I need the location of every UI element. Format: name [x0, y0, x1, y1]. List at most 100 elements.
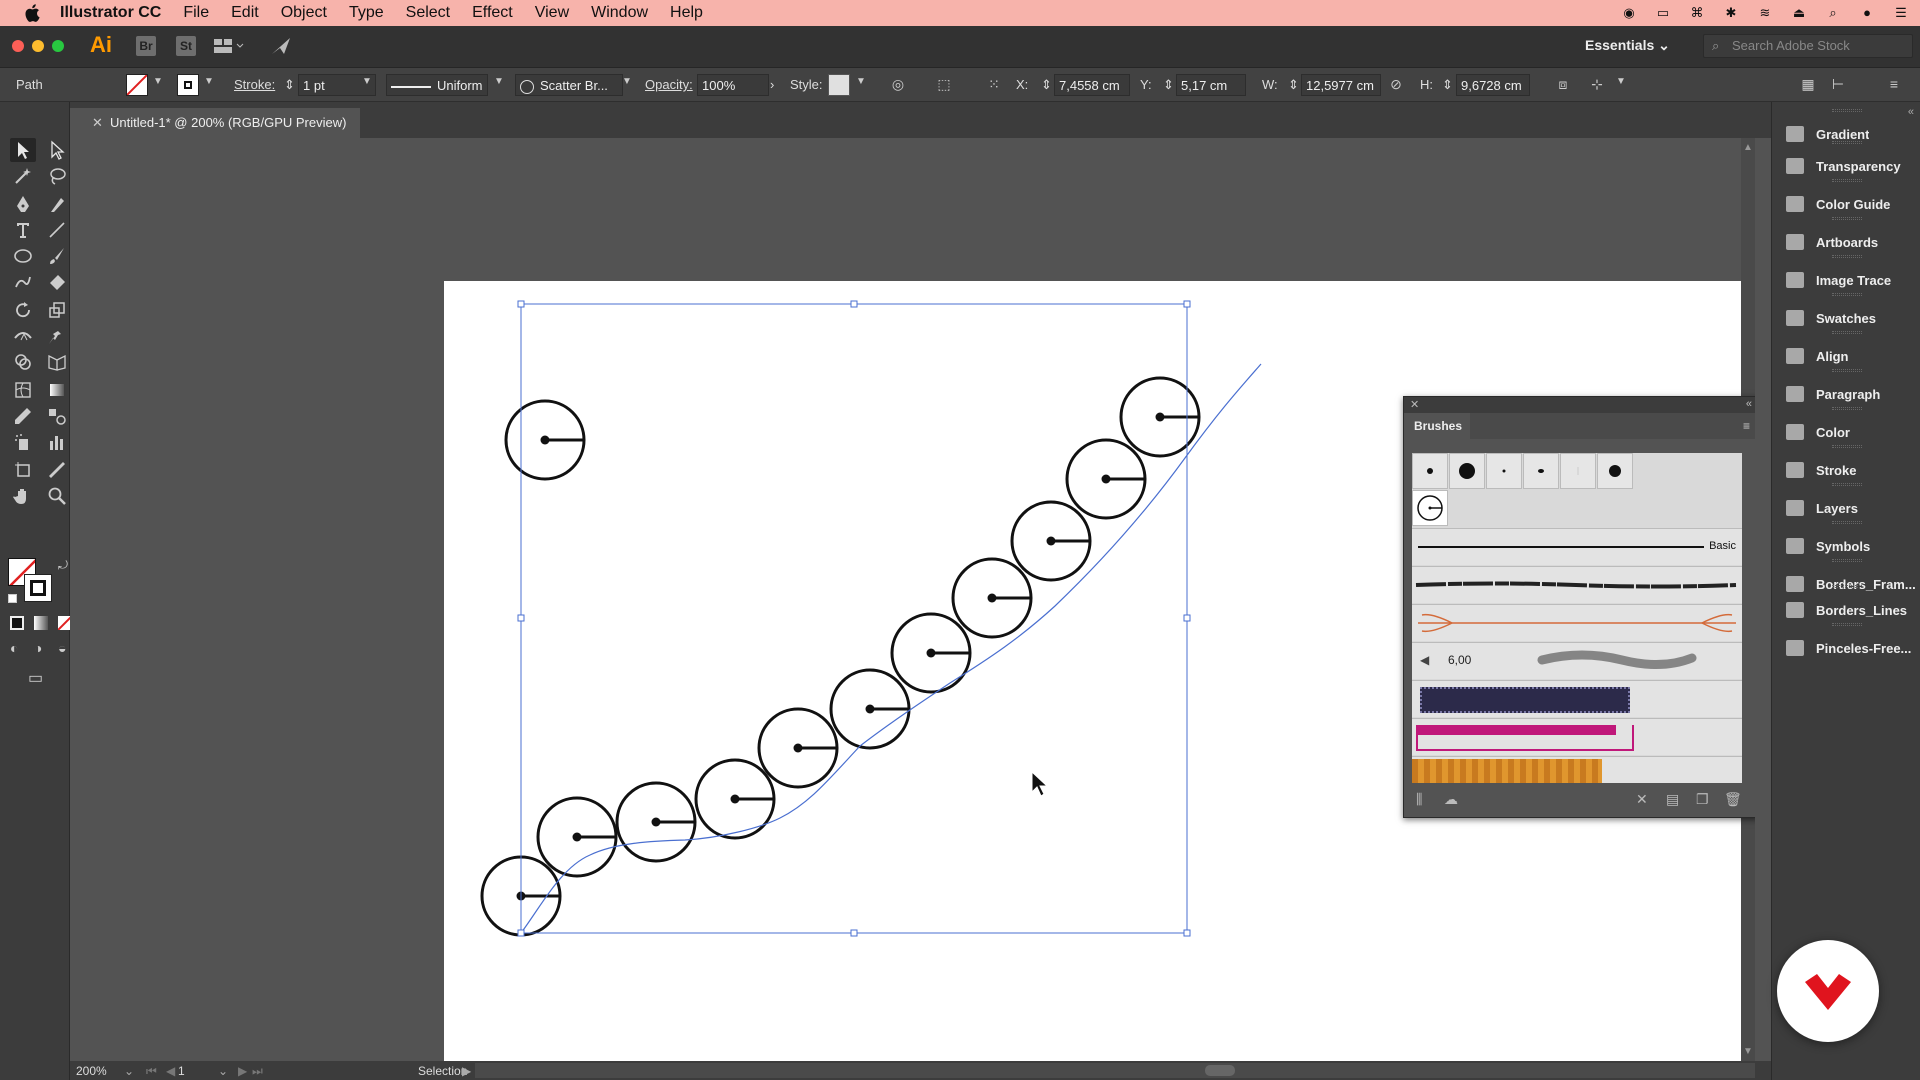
handle-bottom-left[interactable] — [517, 929, 525, 937]
panel-grip[interactable] — [1832, 445, 1862, 448]
command-icon[interactable]: ⌘ — [1688, 5, 1706, 21]
panel-menu-icon[interactable]: ≡ — [1743, 419, 1750, 433]
menu-edit[interactable]: Edit — [231, 4, 259, 22]
scatter-circle[interactable] — [694, 758, 776, 840]
gradient-mode-button[interactable] — [34, 616, 48, 630]
panel-grip[interactable] — [1832, 559, 1862, 562]
distribute-icon[interactable]: ⊢ — [1828, 76, 1848, 94]
constrain-proportions-icon[interactable]: ⊘ — [1386, 76, 1406, 94]
scroll-down-icon[interactable]: ▼ — [1743, 1046, 1753, 1057]
curvature-tool[interactable] — [44, 192, 70, 216]
isolate-icon[interactable]: ⊹ — [1587, 76, 1607, 94]
pattern-brush-dark-row[interactable] — [1412, 680, 1742, 717]
screen-mode-icon[interactable]: ▭ — [28, 668, 43, 688]
minimize-window-button[interactable] — [32, 40, 44, 52]
slice-tool[interactable] — [44, 458, 70, 482]
scatter-circle[interactable] — [1065, 438, 1147, 520]
fill-dropdown-icon[interactable]: ▼ — [153, 76, 163, 87]
brushes-panel-titlebar[interactable]: ✕ « — [1404, 397, 1755, 413]
menu-view[interactable]: View — [535, 4, 569, 22]
stock-button[interactable]: St — [176, 36, 196, 56]
h-stepper-icon[interactable]: ⇕ — [1442, 77, 1453, 93]
stroke-label[interactable]: Stroke: — [234, 77, 275, 92]
scatter-circle[interactable] — [829, 668, 911, 750]
width-field[interactable]: 12,5977 cm — [1301, 74, 1381, 96]
brush-libraries-menu-icon[interactable]: ⫼ — [1416, 791, 1422, 808]
style-dropdown-icon[interactable]: ▼ — [856, 76, 866, 87]
calligraphic-brush-small[interactable] — [1412, 453, 1448, 489]
libraries-panel-icon[interactable]: ☁ — [1444, 791, 1458, 808]
symbol-sprayer-tool[interactable] — [10, 430, 36, 454]
panel-grip[interactable] — [1832, 331, 1862, 334]
next-artboard-icon[interactable]: ▶ — [238, 1064, 247, 1078]
recolor-artwork-icon[interactable]: ◎ — [888, 76, 908, 94]
gradient-tool[interactable] — [44, 378, 70, 402]
fill-stroke-widget[interactable] — [8, 558, 52, 602]
calligraphic-brush-medium[interactable] — [1597, 453, 1633, 489]
stroke-dropdown-icon[interactable]: ▼ — [204, 76, 214, 87]
scroll-up-icon[interactable]: ▲ — [1743, 142, 1753, 153]
workspace-switcher[interactable]: Essentials ⌄ — [1585, 37, 1670, 54]
zoom-dropdown-icon[interactable]: ⌄ — [124, 1064, 134, 1078]
type-tool[interactable] — [10, 218, 36, 242]
bluetooth-icon[interactable]: ✱ — [1722, 5, 1740, 21]
scatter-circle[interactable] — [890, 612, 972, 694]
puppet-warp-tool[interactable] — [44, 324, 70, 348]
app-menu[interactable]: Illustrator CC — [60, 4, 161, 22]
panel-grip[interactable] — [1832, 521, 1862, 524]
blend-tool[interactable] — [44, 404, 70, 428]
calligraphic-brush-angled[interactable] — [1523, 453, 1559, 489]
panel-grip[interactable] — [1832, 141, 1862, 144]
rotate-tool[interactable] — [10, 298, 36, 322]
shape-builder-tool[interactable] — [10, 350, 36, 374]
brushes-tab[interactable]: Brushes — [1404, 413, 1470, 439]
magic-wand-tool[interactable] — [10, 164, 36, 188]
charcoal-brush-row[interactable] — [1412, 566, 1742, 603]
panel-grip[interactable] — [1832, 369, 1862, 372]
panel-grip[interactable] — [1832, 179, 1862, 182]
transform-icon[interactable]: ⧈ — [1553, 76, 1573, 94]
send-feedback-icon[interactable] — [270, 36, 292, 56]
height-field[interactable]: 9,6728 cm — [1456, 74, 1530, 96]
previous-artboard-icon[interactable]: ◀ — [166, 1064, 175, 1078]
status-menu-icon[interactable]: ▶ — [462, 1064, 471, 1078]
w-stepper-icon[interactable]: ⇕ — [1288, 77, 1299, 93]
record-icon[interactable]: ◉ — [1620, 5, 1638, 21]
x-position-field[interactable]: 7,4558 cm — [1054, 74, 1130, 96]
variable-width-profile[interactable]: Uniform — [386, 74, 488, 96]
reference-point-icon[interactable]: ⁙ — [984, 76, 1004, 94]
bridge-button[interactable]: Br — [136, 36, 156, 56]
delete-brush-icon[interactable]: 🗑 — [1724, 791, 1742, 808]
user-avatar-icon[interactable]: ● — [1858, 5, 1876, 21]
scatter-circle[interactable] — [504, 399, 586, 481]
paintbrush-tool[interactable] — [44, 244, 70, 268]
zoom-tool[interactable] — [44, 484, 70, 508]
lasso-tool[interactable] — [44, 164, 70, 188]
pattern-brush-wood-row[interactable] — [1412, 756, 1742, 783]
eraser-tool[interactable] — [44, 270, 70, 294]
last-artboard-icon[interactable]: ⏭ — [252, 1064, 263, 1079]
pen-tool[interactable] — [10, 192, 36, 216]
opacity-label[interactable]: Opacity: — [645, 77, 693, 92]
scale-tool[interactable] — [44, 298, 70, 322]
menu-file[interactable]: File — [183, 4, 209, 22]
artboard-number[interactable]: 1 — [178, 1064, 185, 1078]
brush-library-list[interactable]: Basic ◀ 6,00 — [1412, 453, 1742, 783]
hand-tool[interactable] — [10, 484, 36, 508]
pattern-brush-magenta-row[interactable] — [1412, 718, 1742, 755]
default-colors-icon[interactable] — [8, 594, 17, 603]
ellipse-tool[interactable] — [10, 244, 36, 268]
apple-icon[interactable] — [22, 2, 44, 24]
column-graph-tool[interactable] — [44, 430, 70, 454]
menu-window[interactable]: Window — [591, 4, 648, 22]
panel-grip[interactable] — [1832, 293, 1862, 296]
close-tab-icon[interactable]: ✕ — [92, 115, 103, 131]
scatter-circle[interactable] — [615, 781, 697, 863]
perspective-grid-tool[interactable] — [44, 350, 70, 374]
handle-top-left[interactable] — [517, 300, 525, 308]
handle-bottom-middle[interactable] — [850, 929, 858, 937]
selection-tool[interactable] — [10, 138, 36, 162]
panel-grip[interactable] — [1832, 217, 1862, 220]
menu-select[interactable]: Select — [406, 4, 450, 22]
handle-bottom-right[interactable] — [1183, 929, 1191, 937]
